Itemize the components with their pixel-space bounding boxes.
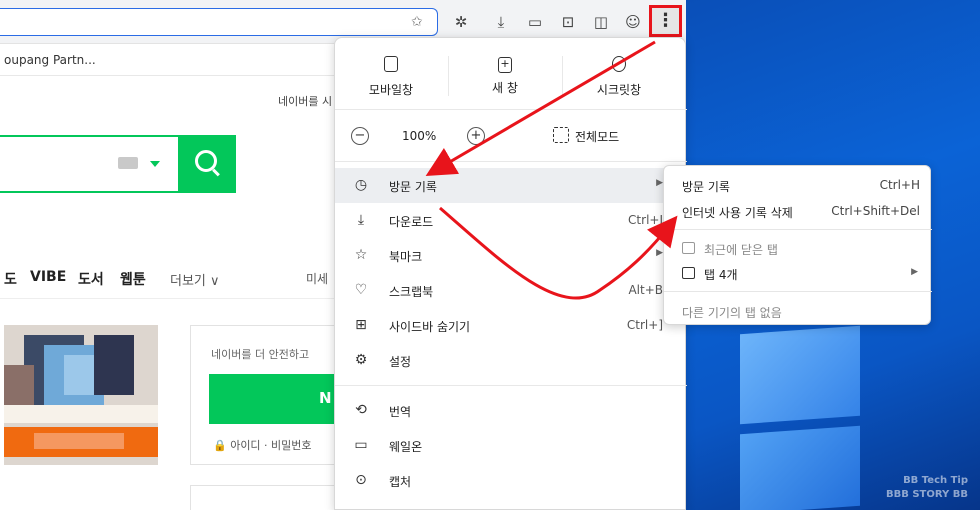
scrapbook-icon: ♡ — [354, 282, 368, 298]
sidebar-hide-icon: ⊞ — [355, 317, 367, 333]
submenu-item-clear-history[interactable]: 인터넷 사용 기록 삭제 Ctrl+Shift+Del — [664, 199, 932, 223]
login-button-label: N — [319, 389, 332, 407]
login-panel: 네이버를 더 안전하고 N 🔒 아이디 · 비밀번호 — [190, 325, 339, 465]
mobile-window-icon — [384, 56, 398, 72]
fullscreen-icon[interactable] — [553, 127, 569, 143]
address-bar[interactable]: ✩ — [0, 8, 438, 36]
divider — [664, 291, 932, 292]
zoom-in-button[interactable]: + — [467, 127, 485, 145]
menu-quick-actions: 모바일창 + 새 창 시크릿창 — [335, 38, 687, 110]
search-icon — [195, 150, 217, 172]
extensions-icon[interactable]: ✲ — [450, 11, 472, 33]
zoom-controls: − 100% + 전체모드 — [335, 110, 687, 162]
bookmark-item[interactable]: oupang Partn... — [4, 53, 96, 67]
sidebar-icon[interactable]: ◫ — [590, 11, 612, 33]
search-button[interactable] — [178, 135, 236, 193]
blurred-thumbnail[interactable] — [4, 325, 158, 465]
menu-item-translate[interactable]: ⟲ 번역 — [335, 393, 687, 428]
translate-icon: ⟲ — [355, 402, 367, 418]
mobile-window-button[interactable]: 모바일창 — [335, 56, 447, 98]
keyboard-icon[interactable] — [118, 157, 138, 169]
more-menu-button[interactable]: ⋮ — [649, 5, 682, 37]
history-submenu: 방문 기록 Ctrl+H 인터넷 사용 기록 삭제 Ctrl+Shift+Del… — [663, 165, 932, 325]
menu-items: ◷ 방문 기록 ▶ ⤓ 다운로드 Ctrl+J ☆ 북마크 ▶ ♡ 스크랩북 A… — [335, 168, 687, 498]
browser-main-menu: 모바일창 + 새 창 시크릿창 − 100% + 전체모드 ◷ 방문 기록 ▶ … — [334, 37, 687, 510]
submenu-item-tabs[interactable]: 탭 4개 ▶ — [664, 261, 932, 285]
menu-item-settings[interactable]: ⚙ 설정 — [335, 343, 687, 378]
settings-gear-icon: ⚙ — [354, 352, 368, 368]
divider — [335, 385, 687, 386]
windows-logo-pane — [740, 325, 860, 425]
nav-item-webtoon[interactable]: 웹툰 — [120, 269, 146, 289]
menu-item-history[interactable]: ◷ 방문 기록 ▶ — [335, 168, 687, 203]
shortcut-label: Ctrl+Shift+Del — [831, 204, 920, 218]
login-text: 네이버를 더 안전하고 — [211, 348, 310, 361]
more-menu-icon[interactable]: ⋮ — [652, 8, 679, 34]
zoom-level: 100% — [402, 129, 437, 143]
menu-item-hide-sidebar[interactable]: ⊞ 사이드바 숨기기 Ctrl+] — [335, 308, 687, 343]
submenu-item-other-devices: 다른 기기의 탭 없음 — [682, 306, 782, 320]
secret-window-button[interactable]: 시크릿창 — [563, 56, 675, 98]
profile-icon[interactable]: ☺ — [622, 11, 644, 33]
naver-nav: 도 VIBE 도서 웹툰 더보기 ∨ 미세 — [0, 259, 335, 299]
submenu-item-recently-closed[interactable]: 최근에 닫은 탭 — [664, 236, 932, 260]
whale-on-icon: ▭ — [354, 437, 368, 453]
naver-login-button[interactable]: N — [209, 374, 339, 424]
new-window-button[interactable]: + 새 창 — [449, 56, 561, 96]
capture-icon: ⊙ — [355, 472, 367, 488]
shortcut-label: Ctrl+] — [626, 318, 663, 332]
nav-more[interactable]: 더보기 ∨ — [170, 270, 220, 289]
star-add-icon[interactable]: ✩ — [411, 14, 427, 30]
naver-top-text: 네이버를 시 — [278, 95, 333, 108]
shortcut-label: Ctrl+J — [628, 213, 663, 227]
zoom-out-button[interactable]: − — [351, 127, 369, 145]
capture-icon[interactable]: ▭ — [524, 11, 546, 33]
login-links[interactable]: 🔒 아이디 · 비밀번호 — [213, 437, 312, 453]
menu-item-bookmarks[interactable]: ☆ 북마크 ▶ — [335, 238, 687, 273]
caret-down-icon[interactable] — [150, 161, 160, 167]
history-icon: ◷ — [354, 177, 368, 193]
tab-icon — [682, 242, 695, 254]
fullscreen-button[interactable]: 전체모드 — [575, 128, 619, 145]
search-input[interactable] — [0, 135, 180, 193]
divider — [664, 229, 932, 230]
chevron-right-icon: ▶ — [656, 248, 663, 258]
nav-item-vibe[interactable]: VIBE — [30, 269, 66, 285]
secret-window-icon — [612, 56, 626, 72]
download-icon: ⤓ — [357, 212, 365, 228]
watermark: BB Tech Tip BBB STORY BB — [886, 475, 968, 500]
chevron-right-icon: ▶ — [656, 178, 663, 188]
bookmark-star-icon: ☆ — [354, 247, 368, 263]
menu-item-whale-on[interactable]: ▭ 웨일온 — [335, 428, 687, 463]
nav-item-books[interactable]: 도서 — [78, 269, 104, 289]
nav-weather[interactable]: 미세 — [306, 270, 328, 287]
nav-item[interactable]: 도 — [4, 269, 17, 289]
submenu-item-history[interactable]: 방문 기록 Ctrl+H — [664, 173, 932, 197]
windows-logo-pane — [740, 425, 860, 510]
download-icon[interactable]: ⤓ — [490, 11, 512, 33]
tab-icon — [682, 267, 695, 279]
menu-item-scrapbook[interactable]: ♡ 스크랩북 Alt+B — [335, 273, 687, 308]
screenshot-icon[interactable]: ⊡ — [557, 11, 579, 33]
chevron-right-icon: ▶ — [911, 267, 918, 277]
menu-item-downloads[interactable]: ⤓ 다운로드 Ctrl+J — [335, 203, 687, 238]
menu-item-capture[interactable]: ⊙ 캡처 — [335, 463, 687, 498]
shortcut-label: Ctrl+H — [879, 178, 920, 192]
new-window-icon: + — [498, 57, 512, 73]
content-box — [190, 485, 335, 510]
shortcut-label: Alt+B — [628, 283, 663, 297]
